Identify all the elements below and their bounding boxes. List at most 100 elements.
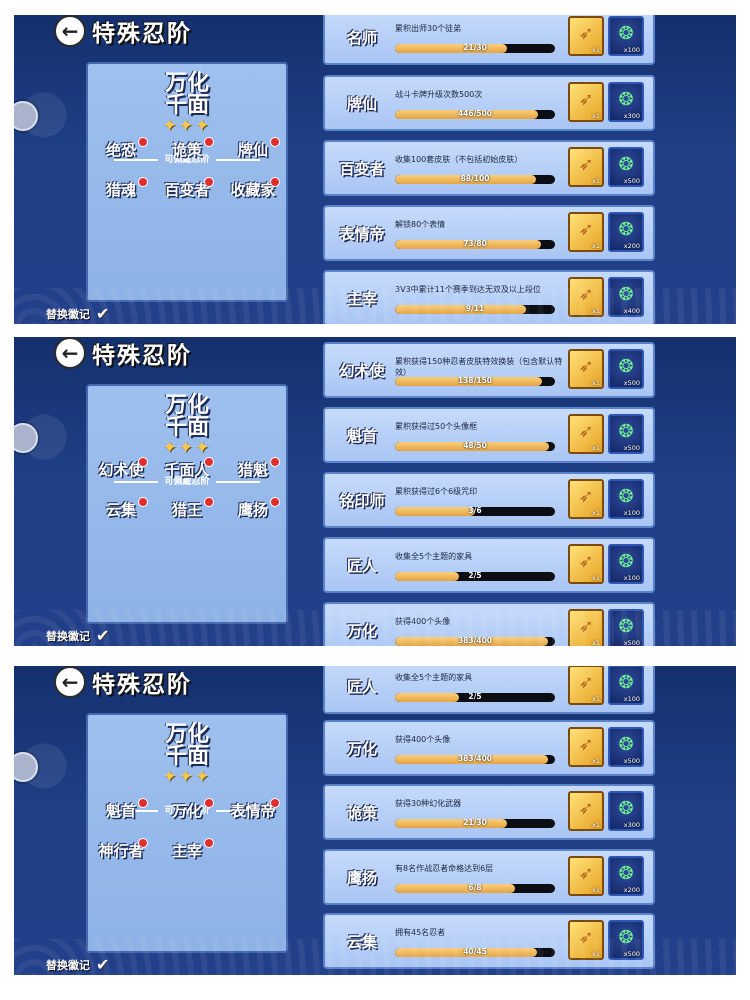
achievement-badge: 铭印师 [339, 492, 385, 510]
badge-option[interactable]: 猎魂 [88, 177, 154, 203]
progress-bar-fill [395, 305, 526, 314]
scroll-icon: ➶ [578, 863, 594, 884]
side-menu-tab[interactable] [14, 101, 38, 131]
reward-gem[interactable]: ❂ x500 [608, 147, 644, 187]
progress-text: 21/30 [463, 44, 487, 52]
check-icon[interactable]: ✔ [96, 628, 112, 644]
badge-option-label: 猎魂 [105, 181, 136, 199]
new-indicator-dot [270, 137, 280, 147]
reward-gem[interactable]: ❂ x200 [608, 856, 644, 896]
badge-option[interactable]: 神行者 [88, 838, 154, 864]
back-button[interactable]: ← [54, 666, 86, 698]
reward-gem[interactable]: ❂ x100 [608, 544, 644, 584]
reward-scroll[interactable]: ➶ x1 [568, 609, 604, 646]
reward-scroll[interactable]: ➶ x1 [568, 666, 604, 705]
reward-scroll[interactable]: ➶ x1 [568, 16, 604, 56]
new-indicator-dot [138, 177, 148, 187]
progress-text: 40/45 [463, 948, 487, 956]
reward-scroll[interactable]: ➶ x1 [568, 82, 604, 122]
reward-scroll[interactable]: ➶ x1 [568, 856, 604, 896]
badge-option[interactable]: 牌仙 [220, 137, 286, 163]
reward-gem[interactable]: ❂ x100 [608, 16, 644, 56]
reward-count: x1 [592, 46, 600, 54]
badge-option[interactable]: 鹰扬 [220, 497, 286, 523]
reward-gem[interactable]: ❂ x500 [608, 414, 644, 454]
replace-emblem-toggle[interactable]: 替换徽记 ✔ [46, 628, 112, 644]
reward-gem[interactable]: ❂ x500 [608, 609, 644, 646]
reward-count: x100 [623, 574, 640, 582]
reward-scroll[interactable]: ➶ x1 [568, 479, 604, 519]
scroll-icon: ➶ [578, 23, 594, 44]
badge-option[interactable]: 万化 [154, 798, 220, 824]
badge-option[interactable]: 魁首 [88, 798, 154, 824]
achievement-badge: 主宰 [346, 290, 377, 308]
progress-text: 6/8 [468, 884, 482, 892]
badge-option[interactable]: 诡策 [154, 137, 220, 163]
jade-gem-icon: ❂ [618, 672, 634, 693]
reward-scroll[interactable]: ➶ x1 [568, 920, 604, 960]
reward-scroll[interactable]: ➶ x1 [568, 791, 604, 831]
progress-text: 383/400 [457, 637, 493, 645]
progress-bar: 138/150 [395, 377, 555, 386]
reward-gem[interactable]: ❂ x100 [608, 666, 644, 705]
reward-gem[interactable]: ❂ x300 [608, 82, 644, 122]
reward-count: x500 [623, 950, 640, 958]
scroll-icon: ➶ [578, 734, 594, 755]
jade-gem-icon: ❂ [618, 219, 634, 240]
side-menu-tab[interactable] [14, 423, 38, 453]
badge-option[interactable]: 收藏家 [220, 177, 286, 203]
badge-option-label: 百变者 [164, 181, 210, 199]
reward-count: x1 [592, 821, 600, 829]
reward-gem[interactable]: ❂ x300 [608, 791, 644, 831]
reward-gem[interactable]: ❂ x100 [608, 479, 644, 519]
reward-scroll[interactable]: ➶ x1 [568, 147, 604, 187]
new-indicator-dot [204, 177, 214, 187]
reward-count: x300 [623, 112, 640, 120]
reward-count: x1 [592, 574, 600, 582]
replace-emblem-toggle[interactable]: 替换徽记 ✔ [46, 957, 112, 973]
reward-gem[interactable]: ❂ x500 [608, 920, 644, 960]
replace-emblem-toggle[interactable]: 替换徽记 ✔ [46, 306, 112, 322]
progress-bar: 383/400 [395, 637, 555, 646]
badge-option[interactable]: 猎魁 [220, 457, 286, 483]
badge-option[interactable]: 表情帝 [220, 798, 286, 824]
progress-bar: 73/80 [395, 240, 555, 249]
achievement-row: 铭印师 累积获得过6个6级咒印 3/6 ➶ x1 ❂ x100 [323, 472, 655, 528]
badge-option[interactable]: 绝恐 [88, 137, 154, 163]
reward-scroll[interactable]: ➶ x1 [568, 349, 604, 389]
reward-scroll[interactable]: ➶ x1 [568, 544, 604, 584]
reward-gem[interactable]: ❂ x500 [608, 727, 644, 767]
reward-scroll[interactable]: ➶ x1 [568, 212, 604, 252]
reward-count: x500 [623, 444, 640, 452]
badge-option[interactable]: 幻术使 [88, 457, 154, 483]
featured-badge[interactable]: 万化 千面 ✦✦✦ [88, 723, 286, 787]
reward-gem[interactable]: ❂ x400 [608, 277, 644, 317]
new-indicator-dot [204, 497, 214, 507]
featured-badge[interactable]: 万化 千面 ✦✦✦ [88, 72, 286, 136]
check-icon[interactable]: ✔ [96, 957, 112, 973]
badge-option[interactable]: 云集 [88, 497, 154, 523]
jade-gem-icon: ❂ [618, 23, 634, 44]
page-title: 特殊忍阶 [92, 671, 192, 698]
badge-option[interactable]: 主宰 [154, 838, 220, 864]
reward-scroll[interactable]: ➶ x1 [568, 414, 604, 454]
badge-grid: 魁首 万化 表情帝神行者 主宰 [88, 798, 286, 864]
badge-option[interactable]: 百变者 [154, 177, 220, 203]
check-icon[interactable]: ✔ [96, 306, 112, 322]
featured-badge-name-line2: 千面 [164, 92, 209, 118]
featured-badge[interactable]: 万化 千面 ✦✦✦ [88, 394, 286, 458]
progress-bar: 2/5 [395, 693, 555, 702]
reward-gem[interactable]: ❂ x500 [608, 349, 644, 389]
reward-count: x300 [623, 821, 640, 829]
back-button[interactable]: ← [54, 15, 86, 47]
back-button[interactable]: ← [54, 337, 86, 369]
reward-scroll[interactable]: ➶ x1 [568, 727, 604, 767]
side-menu-tab[interactable] [14, 752, 38, 782]
reward-gem[interactable]: ❂ x200 [608, 212, 644, 252]
badge-option[interactable]: 猎王 [154, 497, 220, 523]
scroll-icon: ➶ [578, 616, 594, 637]
reward-scroll[interactable]: ➶ x1 [568, 277, 604, 317]
replace-emblem-label: 替换徽记 [46, 630, 90, 643]
badge-option[interactable]: 千面人 [154, 457, 220, 483]
jade-gem-icon: ❂ [618, 89, 634, 110]
